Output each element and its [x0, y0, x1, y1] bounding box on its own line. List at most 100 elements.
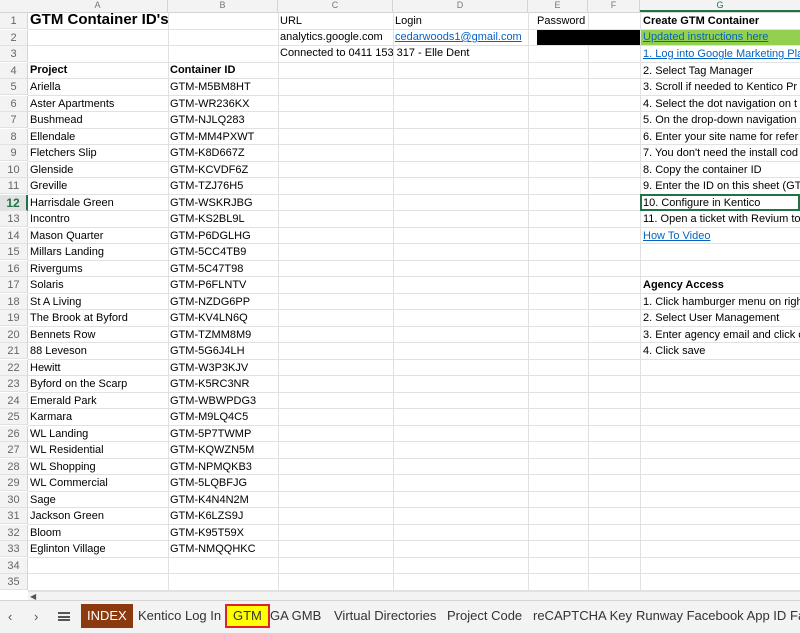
column-header-f[interactable]: F [588, 0, 640, 12]
project-name-cell[interactable]: Millars Landing [28, 244, 168, 260]
url-label[interactable]: URL [278, 13, 393, 29]
agency-access-title[interactable]: Agency Access [641, 277, 800, 293]
project-column-header[interactable]: Project [28, 62, 168, 78]
project-name-cell[interactable]: Bushmead [28, 112, 168, 128]
project-name-cell[interactable]: Karmara [28, 409, 168, 425]
container-id-cell[interactable]: GTM-TZMM8M9 [168, 327, 278, 343]
container-id-cell[interactable]: GTM-M5BM8HT [168, 79, 278, 95]
project-name-cell[interactable]: Bloom [28, 525, 168, 541]
container-id-cell[interactable]: GTM-TZJ76H5 [168, 178, 278, 194]
container-id-cell[interactable]: GTM-K4N4N2M [168, 492, 278, 508]
project-name-cell[interactable]: WL Landing [28, 426, 168, 442]
row-header[interactable]: 10 [0, 162, 28, 178]
tab-runway-facebook-app-id[interactable]: Runway Facebook App ID [630, 604, 792, 628]
project-name-cell[interactable]: Byford on the Scarp [28, 376, 168, 392]
row-header[interactable]: 1 [0, 13, 28, 29]
row-header[interactable]: 21 [0, 343, 28, 359]
row-header[interactable]: 22 [0, 360, 28, 376]
project-name-cell[interactable]: Incontro [28, 211, 168, 227]
container-id-cell[interactable]: GTM-NMQQHKC [168, 541, 278, 557]
project-name-cell[interactable]: The Brook at Byford [28, 310, 168, 326]
row-header[interactable]: 8 [0, 129, 28, 145]
url-value[interactable]: analytics.google.com [278, 29, 393, 45]
login-email-link[interactable]: cedarwoods1@gmail.com [393, 29, 528, 45]
container-id-cell[interactable]: GTM-K95T59X [168, 525, 278, 541]
project-name-cell[interactable]: Eglinton Village [28, 541, 168, 557]
tab-virtual-directories[interactable]: Virtual Directories [328, 604, 442, 628]
row-header[interactable]: 30 [0, 492, 28, 508]
agency-step-cell[interactable]: 3. Enter agency email and click c [641, 327, 800, 343]
container-id-cell[interactable]: GTM-5CC4TB9 [168, 244, 278, 260]
row-header[interactable]: 32 [0, 525, 28, 541]
row-header[interactable]: 19 [0, 310, 28, 326]
project-name-cell[interactable]: Hewitt [28, 360, 168, 376]
row-header[interactable]: 23 [0, 376, 28, 392]
chevron-right-icon[interactable]: › [34, 609, 38, 625]
container-id-cell[interactable]: GTM-KQWZN5M [168, 442, 278, 458]
project-name-cell[interactable]: WL Residential [28, 442, 168, 458]
project-name-cell[interactable]: Harrisdale Green [28, 195, 168, 211]
row-header[interactable]: 28 [0, 459, 28, 475]
project-name-cell[interactable]: WL Commercial [28, 475, 168, 491]
row-header[interactable]: 14 [0, 228, 28, 244]
row-header[interactable]: 2 [0, 30, 28, 46]
project-name-cell[interactable]: Jackson Green [28, 508, 168, 524]
project-name-cell[interactable]: WL Shopping [28, 459, 168, 475]
how-to-video-link[interactable]: How To Video [641, 228, 800, 244]
row-header[interactable]: 5 [0, 79, 28, 95]
project-name-cell[interactable]: Fletchers Slip [28, 145, 168, 161]
project-name-cell[interactable]: Emerald Park [28, 393, 168, 409]
create-gtm-title[interactable]: Create GTM Container [641, 13, 800, 29]
agency-step-cell[interactable]: 4. Click save [641, 343, 800, 359]
column-header-c[interactable]: C [278, 0, 393, 12]
tab-ga-gmb[interactable]: GA GMB [264, 604, 327, 628]
instruction-step-cell[interactable]: 8. Copy the container ID [641, 162, 800, 178]
row-header[interactable]: 34 [0, 558, 28, 574]
row-header[interactable]: 7 [0, 112, 28, 128]
row-header[interactable]: 27 [0, 442, 28, 458]
column-header-e[interactable]: E [528, 0, 588, 12]
agency-step-cell[interactable]: 2. Select User Management [641, 310, 800, 326]
instruction-step-cell[interactable]: 4. Select the dot navigation on t [641, 96, 800, 112]
row-header[interactable]: 31 [0, 508, 28, 524]
container-id-cell[interactable]: GTM-WR236KX [168, 96, 278, 112]
tab-project-code[interactable]: Project Code [441, 604, 528, 628]
row-header[interactable]: 6 [0, 96, 28, 112]
connected-note[interactable]: Connected to 0411 153 317 - Elle Dent [278, 45, 528, 61]
chevron-left-icon[interactable]: ‹ [8, 609, 12, 625]
container-id-cell[interactable]: GTM-K8D667Z [168, 145, 278, 161]
instruction-step-cell[interactable]: 6. Enter your site name for refer [641, 129, 800, 145]
container-id-cell[interactable]: GTM-WSKRJBG [168, 195, 278, 211]
container-id-cell[interactable]: GTM-K6LZS9J [168, 508, 278, 524]
row-header[interactable]: 25 [0, 409, 28, 425]
container-id-cell[interactable]: GTM-NPMQKB3 [168, 459, 278, 475]
container-id-cell[interactable]: GTM-5P7TWMP [168, 426, 278, 442]
container-id-cell[interactable]: GTM-NZDG6PP [168, 294, 278, 310]
instruction-step-cell[interactable]: 11. Open a ticket with Revium to [641, 211, 800, 227]
container-id-cell[interactable]: GTM-P6FLNTV [168, 277, 278, 293]
password-label[interactable]: Password [535, 13, 590, 29]
project-name-cell[interactable]: Glenside [28, 162, 168, 178]
container-id-cell[interactable]: GTM-NJLQ283 [168, 112, 278, 128]
row-header[interactable]: 13 [0, 211, 28, 227]
row-header[interactable]: 33 [0, 541, 28, 557]
tab-recaptcha-key[interactable]: reCAPTCHA Key [527, 604, 638, 628]
instruction-step-cell[interactable]: 9. Enter the ID on this sheet (GT [641, 178, 800, 194]
row-header[interactable]: 11 [0, 178, 28, 194]
sheet-title[interactable]: GTM Container ID's [28, 11, 168, 31]
row-header[interactable]: 3 [0, 46, 28, 62]
container-id-cell[interactable]: GTM-5C47T98 [168, 261, 278, 277]
container-id-cell[interactable]: GTM-M9LQ4C5 [168, 409, 278, 425]
container-id-cell[interactable]: GTM-KV4LN6Q [168, 310, 278, 326]
row-header[interactable]: 9 [0, 145, 28, 161]
container-id-cell[interactable]: GTM-5G6J4LH [168, 343, 278, 359]
project-name-cell[interactable]: Aster Apartments [28, 96, 168, 112]
tab-kentico-log-in[interactable]: Kentico Log In [132, 604, 227, 628]
row-header[interactable]: 12 [0, 195, 28, 211]
row-header[interactable]: 29 [0, 475, 28, 491]
project-name-cell[interactable]: Rivergums [28, 261, 168, 277]
updated-instructions-link[interactable]: Updated instructions here [641, 29, 800, 45]
instruction-step-cell[interactable]: 5. On the drop-down navigation [641, 112, 800, 128]
tab-fa[interactable]: Fa [784, 604, 800, 628]
container-id-cell[interactable]: GTM-W3P3KJV [168, 360, 278, 376]
